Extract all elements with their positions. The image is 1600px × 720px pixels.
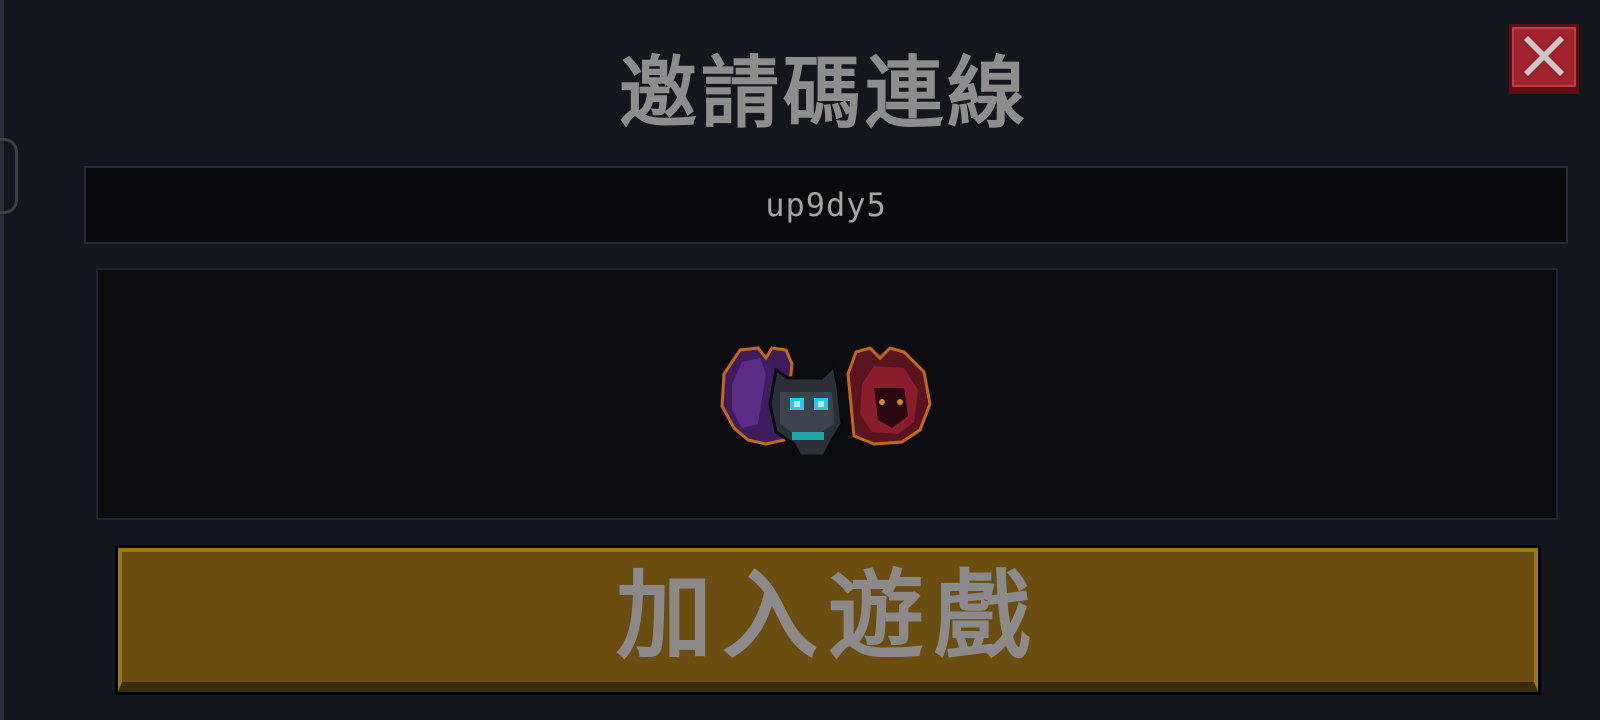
invite-code-field[interactable]: up9dy5 (84, 166, 1568, 244)
dialog-title: 邀請碼連線 (618, 49, 1029, 139)
join-game-button[interactable]: 加入遊戲 (118, 548, 1538, 692)
join-game-label: 加入遊戲 (616, 560, 1040, 672)
invite-code-dialog: 邀請碼連線 up9dy5 加入遊戲 (0, 0, 1600, 720)
side-tab-edge (0, 138, 18, 214)
player-preview-area (96, 268, 1558, 520)
pet-sprite-icon (720, 346, 932, 456)
